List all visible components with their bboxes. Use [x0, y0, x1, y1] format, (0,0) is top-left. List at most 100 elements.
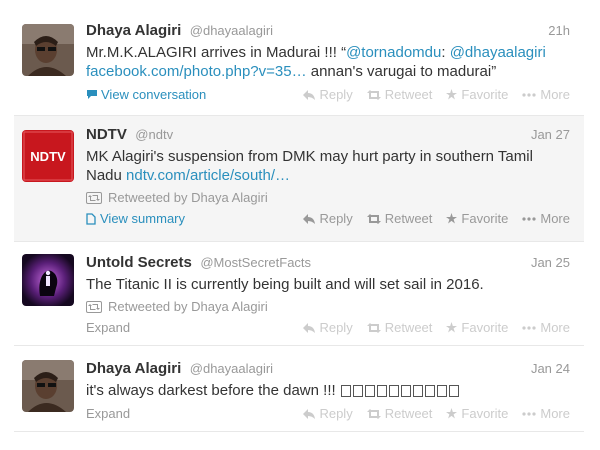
tweet-actions: Reply Retweet Favorite More	[303, 211, 570, 226]
retweet-icon	[366, 322, 381, 333]
retweet-button[interactable]: Retweet	[366, 406, 433, 421]
tweet-text-part: it's always darkest before the dawn !!!	[86, 382, 340, 399]
more-dots-icon	[522, 216, 536, 221]
more-dots-icon	[522, 411, 536, 416]
expand-link[interactable]: Expand	[86, 320, 130, 335]
tweet-actions: Reply Retweet Favorite More	[303, 320, 570, 335]
retweet-icon	[86, 191, 102, 204]
author-name[interactable]: NDTV	[86, 126, 127, 143]
reply-label: Reply	[319, 87, 353, 102]
author-handle[interactable]: @MostSecretFacts	[200, 255, 311, 270]
avatar[interactable]	[22, 360, 74, 412]
view-summary-link[interactable]: View summary	[86, 211, 185, 226]
reply-button[interactable]: Reply	[303, 320, 353, 335]
more-button[interactable]: More	[522, 406, 570, 421]
retweet-button[interactable]: Retweet	[366, 211, 433, 226]
view-summary-label: View summary	[100, 211, 186, 226]
tweet-text: MK Alagiri's suspension from DMK may hur…	[86, 147, 570, 185]
retweet-icon	[86, 300, 102, 313]
tweet-timeline: Dhaya Alagiri @dhayaalagiri 21h Mr.M.K.A…	[0, 0, 600, 450]
favorite-label: Favorite	[461, 320, 509, 335]
retweet-icon	[366, 89, 381, 100]
reply-button[interactable]: Reply	[303, 211, 353, 226]
more-button[interactable]: More	[522, 211, 570, 226]
reply-button[interactable]: Reply	[303, 406, 353, 421]
tweet-timestamp[interactable]: Jan 25	[531, 254, 570, 272]
retweeted-by: Retweeted by Dhaya Alagiri	[86, 299, 570, 314]
retweet-icon	[366, 213, 381, 224]
retweet-label: Retweet	[384, 320, 433, 335]
retweet-button[interactable]: Retweet	[366, 320, 433, 335]
tweet-text: Mr.M.K.ALAGIRI arrives in Madurai !!! “@…	[86, 43, 570, 81]
favorite-button[interactable]: Favorite	[446, 406, 508, 421]
reply-button[interactable]: Reply	[303, 87, 353, 102]
avatar[interactable]	[22, 24, 74, 76]
star-icon	[446, 408, 458, 419]
retweet-button[interactable]: Retweet	[366, 87, 433, 102]
tweet-timestamp[interactable]: 21h	[548, 22, 570, 40]
speech-bubble-icon	[87, 90, 97, 99]
author-handle[interactable]: @dhayaalagiri	[190, 361, 273, 376]
unrendered-emoji-glyphs	[340, 382, 460, 399]
tweet-actions: Reply Retweet Favorite More	[303, 87, 570, 102]
avatar[interactable]	[22, 254, 74, 306]
retweet-label: Retweet	[384, 211, 433, 226]
more-button[interactable]: More	[522, 87, 570, 102]
mention-link[interactable]: @dhayaalagiri	[450, 44, 546, 61]
tweet-text-part: :	[441, 44, 450, 61]
more-label: More	[540, 211, 570, 226]
view-conversation-link[interactable]: View conversation	[86, 87, 206, 102]
reply-icon	[303, 213, 316, 224]
reply-label: Reply	[319, 320, 353, 335]
retweet-icon	[366, 408, 381, 419]
view-conversation-label: View conversation	[101, 87, 207, 102]
more-label: More	[540, 320, 570, 335]
favorite-button[interactable]: Favorite	[446, 320, 508, 335]
star-icon	[446, 213, 458, 224]
retweet-label: Retweet	[384, 406, 433, 421]
document-icon	[86, 212, 96, 225]
tweet-text: it's always darkest before the dawn !!!	[86, 381, 570, 400]
tweet-item[interactable]: NDTV NDTV @ndtv Jan 27 MK Alagiri's susp…	[14, 116, 584, 242]
author-name[interactable]: Dhaya Alagiri	[86, 22, 181, 39]
favorite-label: Favorite	[461, 211, 509, 226]
author-handle[interactable]: @ndtv	[135, 127, 173, 142]
reply-icon	[303, 322, 316, 333]
more-dots-icon	[522, 325, 536, 330]
tweet-item[interactable]: Dhaya Alagiri @dhayaalagiri Jan 24 it's …	[14, 346, 584, 432]
favorite-button[interactable]: Favorite	[446, 211, 508, 226]
url-link[interactable]: ndtv.com/article/south/…	[126, 167, 290, 184]
retweeted-by-label[interactable]: Retweeted by Dhaya Alagiri	[108, 190, 268, 205]
retweeted-by-label[interactable]: Retweeted by Dhaya Alagiri	[108, 299, 268, 314]
reply-label: Reply	[319, 406, 353, 421]
star-icon	[446, 322, 458, 333]
favorite-label: Favorite	[461, 87, 509, 102]
author-handle[interactable]: @dhayaalagiri	[190, 23, 273, 38]
tweet-actions: Reply Retweet Favorite More	[303, 406, 570, 421]
reply-icon	[303, 408, 316, 419]
retweet-label: Retweet	[384, 87, 433, 102]
reply-icon	[303, 89, 316, 100]
tweet-timestamp[interactable]: Jan 27	[531, 126, 570, 144]
expand-link[interactable]: Expand	[86, 406, 130, 421]
author-name[interactable]: Dhaya Alagiri	[86, 360, 181, 377]
mention-link[interactable]: @tornadomdu	[346, 44, 441, 61]
reply-label: Reply	[319, 211, 353, 226]
ndtv-logo-text: NDTV	[30, 149, 66, 164]
tweet-item[interactable]: Dhaya Alagiri @dhayaalagiri 21h Mr.M.K.A…	[14, 14, 584, 116]
tweet-text-part: annan's varugai to madurai”	[306, 63, 497, 80]
tweet-text-part: Mr.M.K.ALAGIRI arrives in Madurai !!! “	[86, 44, 347, 61]
more-label: More	[540, 406, 570, 421]
author-name[interactable]: Untold Secrets	[86, 254, 192, 271]
favorite-button[interactable]: Favorite	[446, 87, 508, 102]
more-button[interactable]: More	[522, 320, 570, 335]
tweet-timestamp[interactable]: Jan 24	[531, 360, 570, 378]
favorite-label: Favorite	[461, 406, 509, 421]
retweeted-by: Retweeted by Dhaya Alagiri	[86, 190, 570, 205]
more-label: More	[540, 87, 570, 102]
more-dots-icon	[522, 92, 536, 97]
tweet-text: The Titanic II is currently being built …	[86, 276, 484, 293]
avatar[interactable]: NDTV	[22, 130, 74, 182]
tweet-item[interactable]: Untold Secrets @MostSecretFacts Jan 25 T…	[14, 242, 584, 346]
url-link[interactable]: facebook.com/photo.php?v=35…	[86, 63, 307, 80]
